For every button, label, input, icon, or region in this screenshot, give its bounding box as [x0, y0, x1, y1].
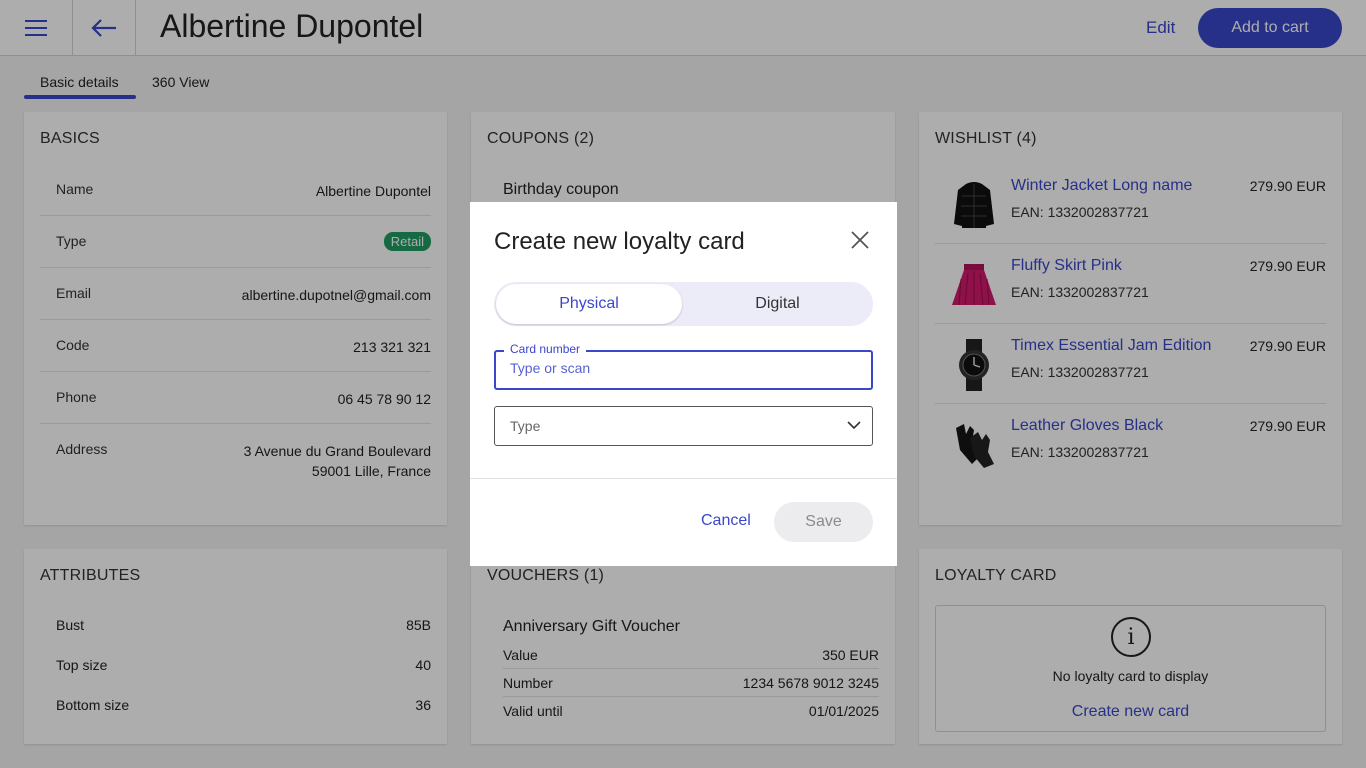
save-button[interactable]: Save	[774, 502, 873, 542]
dialog-title: Create new loyalty card	[494, 228, 745, 255]
dialog-divider	[470, 478, 897, 479]
segment-physical[interactable]: Physical	[496, 284, 682, 324]
card-number-label: Card number	[504, 342, 587, 356]
close-icon	[851, 231, 869, 249]
card-number-field[interactable]	[494, 350, 873, 390]
cancel-button[interactable]: Cancel	[701, 512, 751, 530]
card-type-segmented-control: Physical Digital	[494, 282, 873, 326]
type-select[interactable]: Type	[494, 406, 873, 446]
card-number-input[interactable]	[510, 360, 850, 376]
chevron-down-icon	[847, 421, 861, 430]
type-select-placeholder: Type	[510, 418, 541, 434]
create-loyalty-card-dialog: Create new loyalty card Physical Digital…	[470, 202, 897, 566]
close-button[interactable]	[848, 228, 872, 252]
segment-digital[interactable]: Digital	[684, 284, 871, 324]
